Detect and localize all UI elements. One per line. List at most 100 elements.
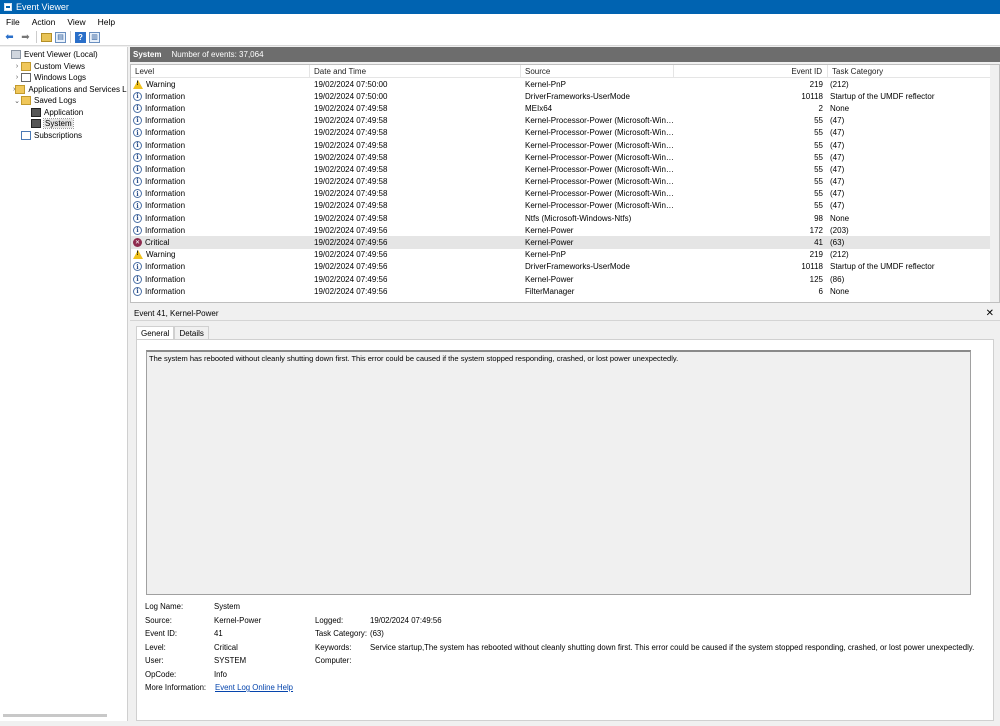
information-icon: i	[133, 128, 142, 138]
event-source-cell: Kernel-Power	[525, 238, 574, 248]
opcode-value: Info	[214, 669, 228, 679]
event-level-cell: i Information	[131, 140, 310, 150]
keywords-value: Service startup,The system has rebooted …	[370, 642, 975, 652]
event-date-cell: 19/02/2024 07:49:58	[314, 152, 388, 162]
tree-item-applications-and-services-lo[interactable]: › Applications and Services Lo	[0, 84, 127, 96]
column-task-category[interactable]: Task Category	[828, 65, 999, 77]
tree-item-application[interactable]: Application	[0, 107, 127, 119]
information-icon: i	[133, 140, 142, 150]
help-icon[interactable]: ?	[75, 31, 86, 43]
user-label: User:	[145, 656, 164, 665]
event-id-cell: 98	[814, 213, 823, 223]
event-row[interactable]: i Information 19/02/2024 07:49:58 Kernel-Pr…	[131, 163, 999, 175]
task-category-label: Task Category:	[315, 629, 368, 638]
column-event-id[interactable]: Event ID	[674, 65, 828, 77]
event-date-cell: 19/02/2024 07:49:58	[314, 189, 388, 199]
event-date-cell: 19/02/2024 07:49:56	[314, 274, 388, 284]
disk-icon	[31, 119, 41, 129]
tree-item-label: Application	[44, 107, 84, 117]
forward-icon[interactable]: ➡	[19, 31, 32, 44]
event-row[interactable]: i Information 19/02/2024 07:49:58 Ntfs (Mic…	[131, 212, 999, 224]
window-title: Event Viewer	[16, 2, 69, 12]
critical-icon: ✕	[133, 238, 142, 248]
event-log-online-help-link[interactable]: Event Log Online Help	[215, 683, 293, 692]
event-row[interactable]: i Information 19/02/2024 07:49:58 Kernel-Pr…	[131, 200, 999, 212]
event-level-text: Information	[145, 103, 186, 113]
tree-item-system[interactable]: System	[0, 118, 127, 130]
event-id-cell: 219	[809, 79, 823, 89]
event-row[interactable]: i Information 19/02/2024 07:49:58 Kernel-Pr…	[131, 139, 999, 151]
event-task-cell: (203)	[830, 225, 849, 235]
event-row[interactable]: i Information 19/02/2024 07:49:58 MEIx64 2 No…	[131, 102, 999, 114]
menu-bar: File Action View Help	[0, 14, 1000, 29]
event-level-text: Information	[145, 140, 186, 150]
expand-icon[interactable]: ›	[13, 74, 21, 81]
event-row[interactable]: i Information 19/02/2024 07:49:58 Kernel-Pr…	[131, 115, 999, 127]
menu-file[interactable]: File	[0, 17, 26, 27]
back-icon[interactable]: ⬅	[3, 31, 16, 44]
tab-details[interactable]: Details	[174, 326, 209, 339]
event-source-cell: Kernel-PnP	[525, 250, 566, 260]
menu-view[interactable]: View	[61, 17, 91, 27]
event-row[interactable]: i Information 19/02/2024 07:49:56 DriverFra…	[131, 261, 999, 273]
event-list-scrollbar[interactable]	[990, 65, 999, 302]
tree-item-subscriptions[interactable]: Subscriptions	[0, 130, 127, 142]
tree-item-custom-views[interactable]: › Custom Views	[0, 61, 127, 73]
collapse-icon[interactable]: ⌄	[13, 97, 21, 105]
menu-help[interactable]: Help	[92, 17, 121, 27]
menu-action[interactable]: Action	[26, 17, 62, 27]
tree-item-label: Saved Logs	[34, 96, 77, 106]
tree-item-event-viewer-local[interactable]: Event Viewer (Local)	[0, 49, 127, 61]
event-row[interactable]: i Information 19/02/2024 07:49:58 Kernel-Pr…	[131, 127, 999, 139]
level-label: Level:	[145, 642, 166, 652]
event-row[interactable]: Warning 19/02/2024 07:50:00 Kernel-PnP 219 (…	[131, 78, 999, 90]
event-source-cell: Kernel-Processor-Power (Microsoft-Wind..…	[525, 164, 674, 174]
event-row[interactable]: i Information 19/02/2024 07:49:56 Kernel-Po…	[131, 224, 999, 236]
event-row[interactable]: i Information 19/02/2024 07:49:58 Kernel-Pr…	[131, 151, 999, 163]
close-icon[interactable]: ✕	[986, 308, 994, 319]
detail-tabs: General Details	[136, 326, 209, 339]
action-pane-icon[interactable]: ▥	[89, 31, 100, 43]
event-level-text: Warning	[146, 250, 176, 260]
column-source[interactable]: Source	[521, 65, 674, 77]
log-name-label: Log Name:	[145, 602, 184, 611]
column-date-time[interactable]: Date and Time	[310, 65, 521, 77]
event-level-text: Information	[145, 164, 186, 174]
expand-icon[interactable]: ›	[13, 63, 21, 70]
tree-horizontal-scrollbar[interactable]	[3, 714, 107, 717]
event-task-cell: None	[830, 213, 850, 223]
event-level-text: Warning	[146, 79, 176, 89]
show-hide-tree-icon[interactable]: ▤	[55, 31, 66, 43]
event-row[interactable]: i Information 19/02/2024 07:49:58 Kernel-Pr…	[131, 188, 999, 200]
keywords-label: Keywords:	[315, 642, 352, 652]
event-level-cell: Warning	[131, 79, 310, 89]
event-id-cell: 55	[814, 152, 823, 162]
event-row[interactable]: i Information 19/02/2024 07:49:58 Kernel-Pr…	[131, 176, 999, 188]
event-row[interactable]: i Information 19/02/2024 07:49:56 Kernel-Po…	[131, 273, 999, 285]
column-level[interactable]: Level	[131, 65, 310, 77]
event-level-text: Information	[145, 116, 186, 126]
more-information-label: More Information:	[145, 683, 207, 692]
event-row[interactable]: ✕ Critical 19/02/2024 07:49:56 Kernel-Power…	[131, 236, 999, 249]
event-date-cell: 19/02/2024 07:49:58	[314, 103, 388, 113]
event-row[interactable]: i Information 19/02/2024 07:49:56 FilterMan…	[131, 285, 999, 297]
log-name-value: System	[214, 602, 240, 611]
event-level-text: Information	[145, 152, 186, 162]
event-date-cell: 19/02/2024 07:49:56	[314, 286, 388, 296]
toolbar-divider	[36, 31, 37, 43]
event-description[interactable]: The system has rebooted without cleanly …	[146, 350, 971, 595]
tree-item-windows-logs[interactable]: › Windows Logs	[0, 72, 127, 84]
event-level-cell: i Information	[131, 91, 310, 101]
event-task-cell: None	[830, 286, 850, 296]
event-source-cell: Kernel-PnP	[525, 79, 566, 89]
event-row[interactable]: Warning 19/02/2024 07:49:56 Kernel-PnP 219 (…	[131, 249, 999, 261]
event-level-text: Information	[145, 128, 186, 138]
event-date-cell: 19/02/2024 07:49:58	[314, 164, 388, 174]
tab-general[interactable]: General	[136, 326, 175, 339]
information-icon: i	[133, 262, 142, 272]
title-bar: Event Viewer	[0, 0, 1000, 14]
tree-item-saved-logs[interactable]: ⌄ Saved Logs	[0, 95, 127, 107]
event-row[interactable]: i Information 19/02/2024 07:50:00 DriverFra…	[131, 90, 999, 102]
up-folder-icon[interactable]	[41, 32, 52, 42]
doc-icon	[21, 73, 31, 83]
